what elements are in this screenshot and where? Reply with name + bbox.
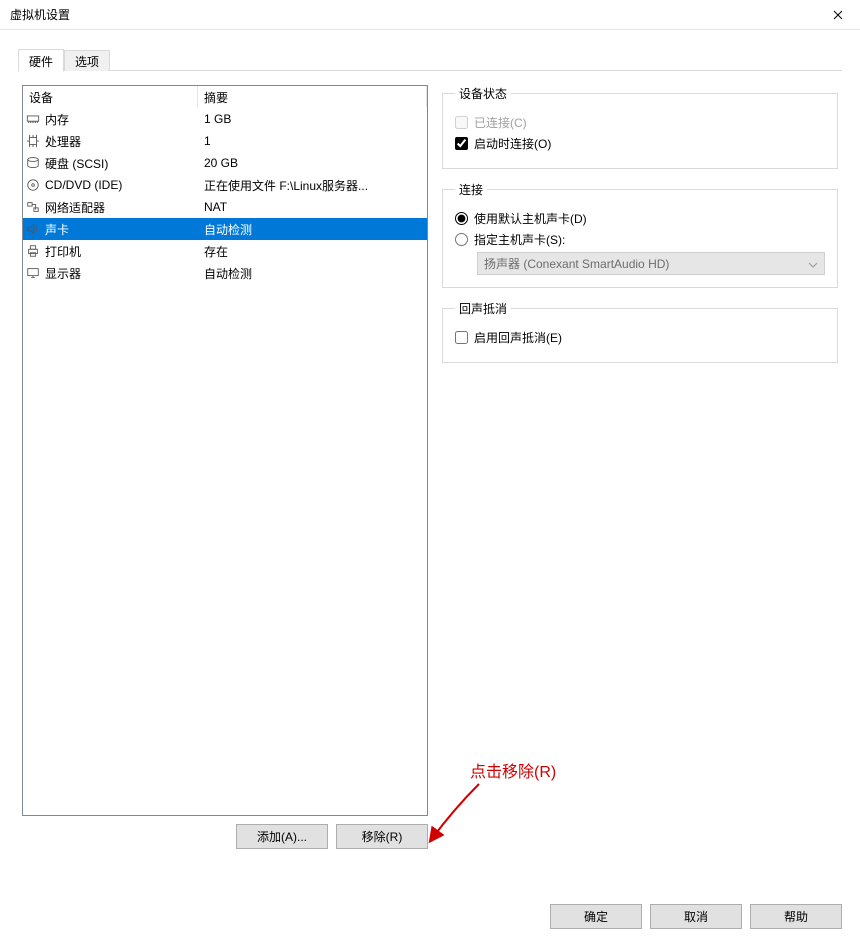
disk-icon	[23, 156, 43, 170]
enable-echo-cancel-checkbox[interactable]	[455, 331, 468, 344]
device-buttons: 添加(A)... 移除(R)	[22, 824, 428, 849]
specify-host-row[interactable]: 指定主机声卡(S):	[455, 231, 825, 248]
table-row[interactable]: CD/DVD (IDE)正在使用文件 F:\Linux服务器...	[23, 174, 427, 196]
connected-checkbox	[455, 116, 468, 129]
table-row[interactable]: 打印机存在	[23, 240, 427, 262]
cancel-button[interactable]: 取消	[650, 904, 742, 929]
device-name: 显示器	[43, 265, 198, 282]
device-table-header: 设备 摘要	[23, 86, 427, 108]
connect-on-power-label: 启动时连接(O)	[474, 135, 551, 152]
table-row[interactable]: 处理器1	[23, 130, 427, 152]
tab-content: 设备 摘要 内存1 GB处理器1硬盘 (SCSI)20 GBCD/DVD (ID…	[18, 71, 842, 863]
chevron-down-icon	[808, 259, 818, 273]
window-close-button[interactable]	[815, 0, 860, 30]
ok-button[interactable]: 确定	[550, 904, 642, 929]
enable-echo-cancel-label: 启用回声抵消(E)	[474, 329, 562, 346]
echo-cancel-group: 回声抵消 启用回声抵消(E)	[442, 300, 838, 363]
device-summary: 1	[198, 134, 427, 148]
device-name: 处理器	[43, 133, 198, 150]
device-summary: 自动检测	[198, 221, 427, 238]
device-name: 网络适配器	[43, 199, 198, 216]
left-column: 设备 摘要 内存1 GB处理器1硬盘 (SCSI)20 GBCD/DVD (ID…	[22, 85, 428, 849]
display-icon	[23, 266, 43, 280]
echo-cancel-legend: 回声抵消	[455, 300, 511, 317]
connected-checkbox-row: 已连接(C)	[455, 114, 825, 131]
device-table: 设备 摘要 内存1 GB处理器1硬盘 (SCSI)20 GBCD/DVD (ID…	[22, 85, 428, 816]
use-default-host-label: 使用默认主机声卡(D)	[474, 210, 587, 227]
device-column-header[interactable]: 设备	[23, 86, 198, 107]
annotation-text: 点击移除(R)	[470, 758, 556, 782]
device-summary: 正在使用文件 F:\Linux服务器...	[198, 177, 427, 194]
connection-group: 连接 使用默认主机声卡(D) 指定主机声卡(S): 扬声器 (Conexant …	[442, 181, 838, 288]
host-sound-device-select: 扬声器 (Conexant SmartAudio HD)	[477, 252, 825, 275]
specify-host-label: 指定主机声卡(S):	[474, 231, 565, 248]
summary-column-header[interactable]: 摘要	[198, 86, 427, 107]
memory-icon	[23, 112, 43, 126]
device-name: CD/DVD (IDE)	[43, 178, 198, 192]
table-row[interactable]: 声卡自动检测	[23, 218, 427, 240]
host-sound-device-value: 扬声器 (Conexant SmartAudio HD)	[484, 255, 669, 272]
tab-bar: 硬件 选项	[18, 48, 842, 71]
device-summary: NAT	[198, 200, 427, 214]
table-row[interactable]: 硬盘 (SCSI)20 GB	[23, 152, 427, 174]
connect-on-power-checkbox[interactable]	[455, 137, 468, 150]
device-name: 声卡	[43, 221, 198, 238]
use-default-host-row[interactable]: 使用默认主机声卡(D)	[455, 210, 825, 227]
device-name: 内存	[43, 111, 198, 128]
tab-options[interactable]: 选项	[64, 50, 110, 71]
device-summary: 自动检测	[198, 265, 427, 282]
right-column: 设备状态 已连接(C) 启动时连接(O) 连接 使用默认主机声卡(D) 指定主机…	[442, 85, 838, 849]
window-title: 虚拟机设置	[10, 6, 70, 23]
titlebar: 虚拟机设置	[0, 0, 860, 30]
device-name: 硬盘 (SCSI)	[43, 155, 198, 172]
enable-echo-cancel-row[interactable]: 启用回声抵消(E)	[455, 329, 825, 346]
close-icon	[833, 10, 843, 20]
table-row[interactable]: 显示器自动检测	[23, 262, 427, 284]
device-summary: 1 GB	[198, 112, 427, 126]
add-button[interactable]: 添加(A)...	[236, 824, 328, 849]
help-button[interactable]: 帮助	[750, 904, 842, 929]
disc-icon	[23, 178, 43, 192]
network-icon	[23, 200, 43, 214]
dialog-footer: 确定 取消 帮助	[550, 904, 842, 929]
use-default-host-radio[interactable]	[455, 212, 468, 225]
table-row[interactable]: 网络适配器NAT	[23, 196, 427, 218]
device-state-group: 设备状态 已连接(C) 启动时连接(O)	[442, 85, 838, 169]
remove-button[interactable]: 移除(R)	[336, 824, 428, 849]
table-row[interactable]: 内存1 GB	[23, 108, 427, 130]
printer-icon	[23, 244, 43, 258]
device-summary: 存在	[198, 243, 427, 260]
tab-hardware[interactable]: 硬件	[18, 49, 64, 72]
connection-legend: 连接	[455, 181, 487, 198]
cpu-icon	[23, 134, 43, 148]
device-name: 打印机	[43, 243, 198, 260]
connected-label: 已连接(C)	[474, 114, 527, 131]
device-summary: 20 GB	[198, 156, 427, 170]
specify-host-radio[interactable]	[455, 233, 468, 246]
connect-on-power-row[interactable]: 启动时连接(O)	[455, 135, 825, 152]
sound-icon	[23, 222, 43, 236]
device-state-legend: 设备状态	[455, 85, 511, 102]
